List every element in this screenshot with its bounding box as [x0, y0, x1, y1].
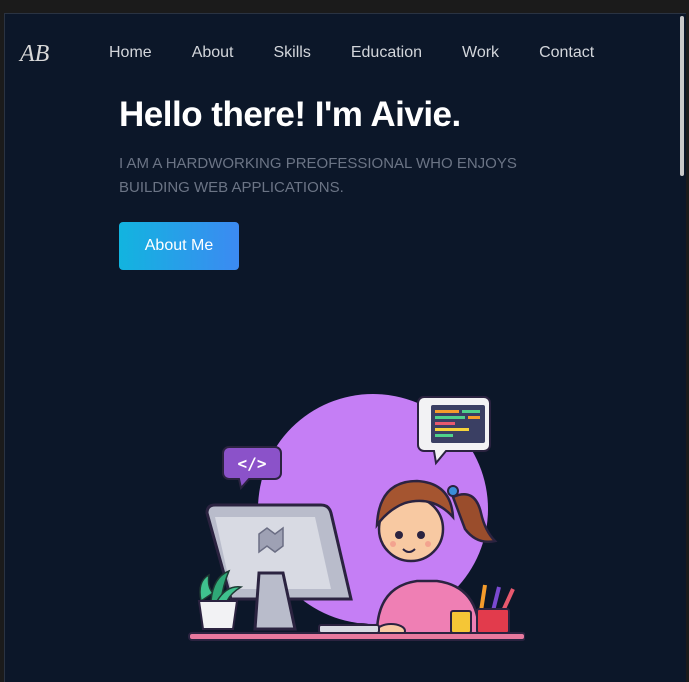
nav-work-link[interactable]: Work [462, 44, 499, 62]
nav-about-link[interactable]: About [192, 44, 234, 62]
browser-viewport: AB Home About Skills Education Work Cont… [4, 13, 686, 682]
developer-illustration: </> [188, 394, 525, 641]
site-logo[interactable]: AB [20, 41, 49, 68]
keyboard-icon [318, 624, 380, 634]
nav-skills-link[interactable]: Skills [274, 44, 311, 62]
desk [188, 632, 525, 641]
nav-education-link[interactable]: Education [351, 44, 422, 62]
nav-contact-link[interactable]: Contact [539, 44, 594, 62]
nav-home-link[interactable]: Home [109, 44, 152, 62]
hero-subtitle: I am a hardworking preofessional who enj… [119, 155, 517, 196]
hero-title: Hello there! I'm Aivie. [119, 95, 461, 134]
pencil-cup-icon [476, 584, 515, 634]
svg-text:</>: </> [238, 454, 267, 473]
main-nav: Home About Skills Education Work Contact [109, 44, 634, 62]
mug-icon [450, 610, 472, 634]
about-me-button[interactable]: About Me [119, 222, 239, 270]
scrollbar[interactable] [680, 16, 684, 176]
